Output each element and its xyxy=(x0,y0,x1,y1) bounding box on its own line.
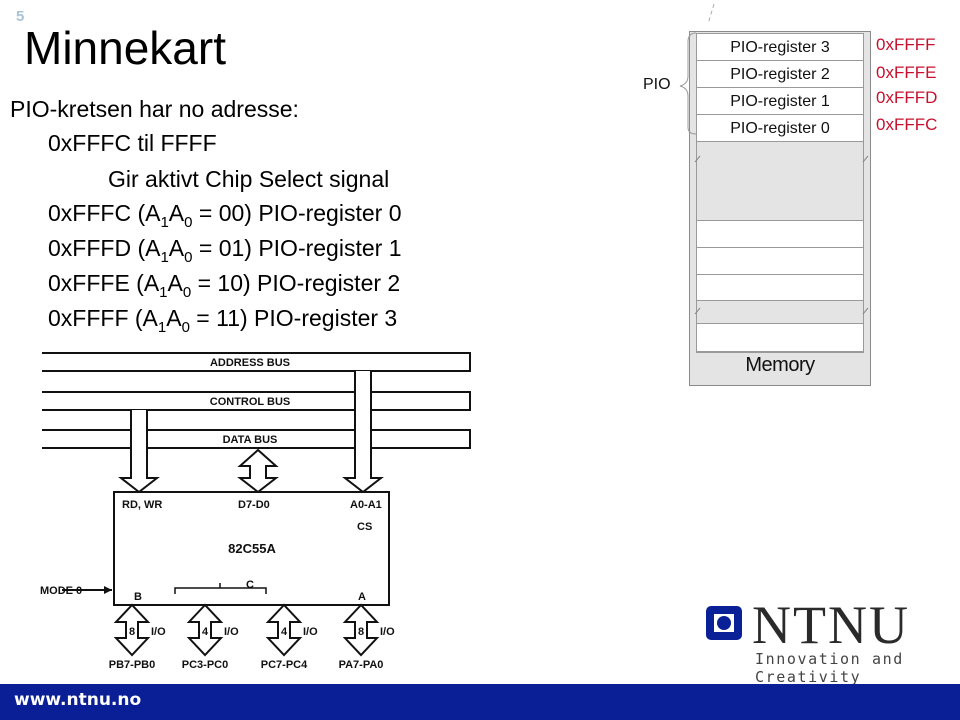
body-line-chip-select: Gir aktivt Chip Select signal xyxy=(108,166,390,192)
subscript: 0 xyxy=(182,284,192,301)
subscript: 1 xyxy=(160,214,169,231)
mapping-rest: = 10) PIO-register 2 xyxy=(191,270,401,296)
mapping-rest: = 11) PIO-register 3 xyxy=(189,305,398,331)
pio-brace xyxy=(679,32,697,135)
address-label-fffe: 0xFFFE xyxy=(876,63,937,82)
ntnu-logo-icon xyxy=(706,606,742,640)
pio-group-label: PIO xyxy=(643,76,671,93)
io-label-c-low: I/O xyxy=(224,626,239,638)
io-width-b: 8 xyxy=(129,626,135,638)
mapping-rest: = 01) PIO-register 1 xyxy=(192,235,402,261)
subscript: 1 xyxy=(157,319,167,336)
mapping-address: 0xFFFE (A xyxy=(48,270,160,296)
memory-map-decor xyxy=(679,3,869,315)
pins-pb: PB7-PB0 xyxy=(109,659,155,671)
mapping-rest: = 00) PIO-register 0 xyxy=(192,200,402,226)
ntnu-tagline: Innovation and Creativity xyxy=(755,650,904,686)
data-arrow xyxy=(237,448,279,494)
mapping-address: 0xFFFF (A xyxy=(48,305,158,331)
subscript: 0 xyxy=(184,214,193,231)
subscript: 0 xyxy=(181,319,190,336)
subscript: 0 xyxy=(184,249,193,266)
data-bus-label: DATA BUS xyxy=(223,434,278,446)
mapping-a: A xyxy=(167,270,183,296)
pins-pa: PA7-PA0 xyxy=(339,659,384,671)
mode-label: MODE 0 xyxy=(40,585,82,597)
port-a-label: A xyxy=(358,591,366,603)
port-b-label: B xyxy=(134,591,142,603)
pin-d7-d0: D7-D0 xyxy=(238,499,270,511)
footer-url-link[interactable]: www.ntnu.no xyxy=(14,690,141,710)
subscript: 1 xyxy=(160,249,169,266)
dashed-line xyxy=(707,3,715,25)
mapping-a: A xyxy=(168,235,185,261)
pin-a0-a1: A0-A1 xyxy=(350,499,382,511)
io-width-c-low: 4 xyxy=(202,626,209,638)
io-width-c-high: 4 xyxy=(281,626,288,638)
slide-title: Minnekart xyxy=(24,22,226,74)
mapping-a: A xyxy=(168,200,185,226)
pin-cs: CS xyxy=(357,521,372,533)
break-mark xyxy=(694,307,701,315)
pin-rd-wr: RD, WR xyxy=(122,499,162,511)
chip-label: 82C55A xyxy=(228,541,276,556)
control-arrow xyxy=(118,410,160,494)
io-label-b: I/O xyxy=(151,626,166,638)
io-label-a: I/O xyxy=(380,626,395,638)
io-width-a: 8 xyxy=(358,626,364,638)
pins-pc-low: PC3-PC0 xyxy=(182,659,228,671)
break-mark xyxy=(862,155,869,163)
body-line-address: PIO-kretsen har no adresse: xyxy=(10,96,299,122)
address-label-fffc: 0xFFFC xyxy=(876,115,938,134)
memory-label: Memory xyxy=(745,354,815,376)
address-label-fffd: 0xFFFD xyxy=(876,88,938,107)
mapping-address: 0xFFFD (A xyxy=(48,235,161,261)
port-c-label: C xyxy=(246,579,254,591)
mapping-line-2: 0xFFFE (A1A0 = 10) PIO-register 2 xyxy=(48,268,400,302)
address-bus-label: ADDRESS BUS xyxy=(210,357,290,369)
io-label-c-high: I/O xyxy=(303,626,318,638)
mapping-line-0: 0xFFFC (A1A0 = 00) PIO-register 0 xyxy=(48,198,401,232)
body-line-range: 0xFFFC til FFFF xyxy=(48,130,217,156)
ntnu-logo-text: NTNU xyxy=(752,595,910,655)
pins-pc-high: PC7-PC4 xyxy=(261,659,308,671)
footer-bar xyxy=(0,684,960,720)
ppi-circuit-diagram: ADDRESS BUS CONTROL BUS DATA BUS RD, WR … xyxy=(40,352,471,671)
break-mark xyxy=(862,307,869,315)
mapping-address: 0xFFFC (A xyxy=(48,200,161,226)
control-bus-label: CONTROL BUS xyxy=(210,396,290,408)
mapping-line-1: 0xFFFD (A1A0 = 01) PIO-register 1 xyxy=(48,233,401,267)
subscript: 1 xyxy=(159,284,168,301)
mapping-line-3: 0xFFFF (A1A0 = 11) PIO-register 3 xyxy=(48,303,397,337)
break-mark xyxy=(694,155,701,163)
mode-arrowhead xyxy=(104,586,112,594)
address-label-ffff: 0xFFFF xyxy=(876,35,936,54)
mapping-a: A xyxy=(166,305,182,331)
